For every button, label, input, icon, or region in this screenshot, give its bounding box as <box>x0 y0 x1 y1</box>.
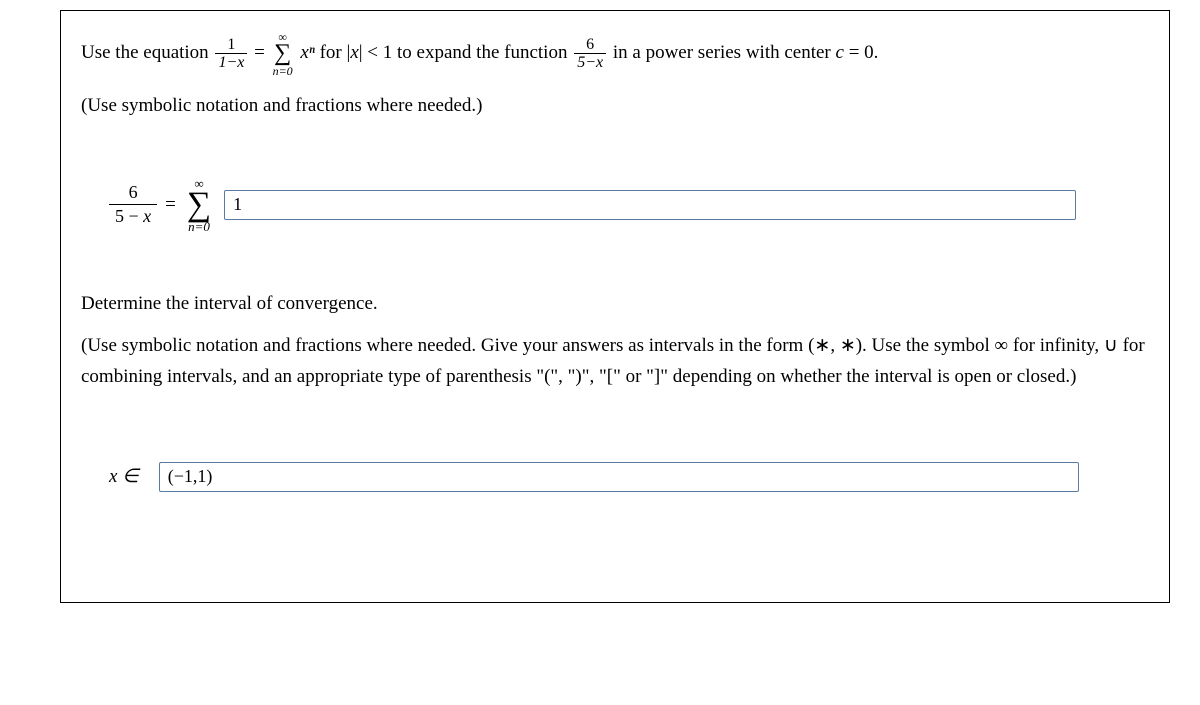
geometric-frac: 1 1−x <box>215 36 247 72</box>
interval-input[interactable] <box>159 462 1079 492</box>
interval-prompt: Determine the interval of convergence. <box>81 293 1149 315</box>
problem-prompt: Use the equation 1 1−x = ∞ ∑ n=0 xⁿ for … <box>81 31 1149 77</box>
interval-answer-row: x ∈ <box>109 462 1149 492</box>
lhs-sum: ∞ ∑ n=0 <box>187 177 211 234</box>
notation-hint: (Use symbolic notation and fractions whe… <box>81 95 1149 117</box>
series-term-input[interactable] <box>224 190 1076 220</box>
condition-text: for |x| < 1 to expand the function <box>320 42 573 63</box>
interval-lhs: x ∈ <box>109 465 139 488</box>
lhs-frac: 6 5 − x <box>109 183 157 228</box>
target-frac: 6 5−x <box>574 36 606 72</box>
problem-container: Use the equation 1 1−x = ∞ ∑ n=0 xⁿ for … <box>60 10 1170 603</box>
prompt-post: in a power series with center c = 0. <box>613 42 879 63</box>
interval-hint: (Use symbolic notation and fractions whe… <box>81 331 1149 392</box>
series-lhs: 6 5 − x = ∞ ∑ n=0 <box>109 177 214 234</box>
prompt-pre: Use the equation <box>81 42 213 63</box>
sum-symbol: ∞ ∑ n=0 <box>273 31 293 77</box>
series-answer-row: 6 5 − x = ∞ ∑ n=0 <box>109 177 1149 234</box>
